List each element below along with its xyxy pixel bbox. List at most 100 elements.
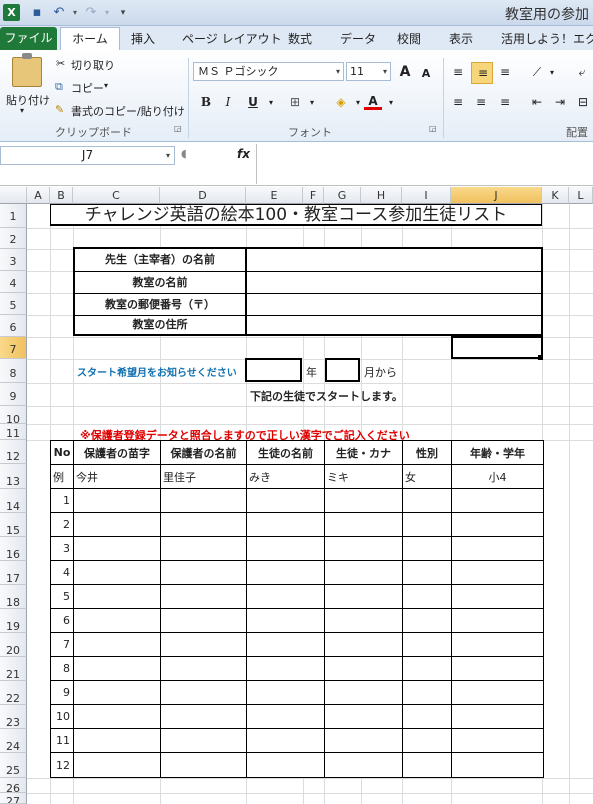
- column-header[interactable]: F: [303, 187, 324, 204]
- row-header[interactable]: 11: [0, 424, 27, 440]
- row-header[interactable]: 27: [0, 793, 27, 804]
- row-number[interactable]: 9: [50, 680, 74, 705]
- table-cell[interactable]: [160, 512, 247, 537]
- copy-button[interactable]: コピー: [71, 80, 104, 96]
- font-dialog-launcher-icon[interactable]: ◲: [429, 124, 437, 133]
- table-cell[interactable]: [246, 656, 325, 681]
- table-cell[interactable]: [160, 656, 247, 681]
- table-cell[interactable]: [451, 512, 544, 537]
- tab-formulas[interactable]: 数式: [288, 30, 312, 47]
- example-student-kana[interactable]: ミキ: [324, 464, 403, 489]
- wrap-text-icon[interactable]: ⤶: [573, 63, 591, 81]
- font-color-button[interactable]: A: [364, 92, 382, 110]
- table-cell[interactable]: [402, 488, 452, 513]
- header-guardian-surname[interactable]: 保護者の苗字: [73, 440, 161, 465]
- insert-function-icon[interactable]: fx: [237, 147, 250, 161]
- font-name-select[interactable]: ＭＳ Ｐゴシック ▾: [193, 62, 344, 81]
- table-cell[interactable]: [451, 488, 544, 513]
- underline-dropdown-icon[interactable]: ▾: [262, 94, 280, 112]
- row-number[interactable]: 1: [50, 488, 74, 513]
- table-cell[interactable]: [246, 560, 325, 585]
- table-cell[interactable]: [324, 512, 403, 537]
- row-header[interactable]: 18: [0, 585, 27, 609]
- table-cell[interactable]: [160, 728, 247, 753]
- table-cell[interactable]: [160, 680, 247, 705]
- table-cell[interactable]: [246, 608, 325, 633]
- cut-icon[interactable]: ✂: [56, 57, 65, 70]
- table-cell[interactable]: [73, 704, 161, 729]
- table-cell[interactable]: [73, 536, 161, 561]
- table-cell[interactable]: [73, 752, 161, 778]
- row-header[interactable]: 9: [0, 383, 27, 406]
- formula-input[interactable]: [256, 144, 593, 184]
- align-top-icon[interactable]: ≡: [449, 63, 467, 81]
- row-number[interactable]: 6: [50, 608, 74, 633]
- header-student-name[interactable]: 生徒の名前: [246, 440, 325, 465]
- table-cell[interactable]: [402, 680, 452, 705]
- column-header[interactable]: L: [569, 187, 593, 204]
- table-cell[interactable]: [73, 680, 161, 705]
- table-cell[interactable]: [451, 632, 544, 657]
- font-size-select[interactable]: 11 ▾: [346, 62, 391, 81]
- table-cell[interactable]: [324, 536, 403, 561]
- table-cell[interactable]: [73, 584, 161, 609]
- row-number[interactable]: 2: [50, 512, 74, 537]
- example-age-grade[interactable]: 小4: [451, 464, 544, 489]
- example-student-name[interactable]: みき: [246, 464, 325, 489]
- table-cell[interactable]: [402, 752, 452, 778]
- row-number[interactable]: 10: [50, 704, 74, 729]
- column-header[interactable]: G: [324, 187, 361, 204]
- column-header[interactable]: E: [246, 187, 303, 204]
- classroom-name-label[interactable]: 教室の名前: [75, 272, 247, 294]
- row-number[interactable]: 7: [50, 632, 74, 657]
- table-cell[interactable]: [451, 656, 544, 681]
- tab-review[interactable]: 校閲: [397, 30, 421, 47]
- row-number[interactable]: 3: [50, 536, 74, 561]
- table-cell[interactable]: [160, 704, 247, 729]
- format-painter-button[interactable]: 書式のコピー/貼り付け: [71, 103, 185, 119]
- table-cell[interactable]: [402, 584, 452, 609]
- borders-dropdown-icon[interactable]: ▾: [303, 94, 321, 112]
- italic-button[interactable]: I: [219, 93, 237, 111]
- table-cell[interactable]: [246, 512, 325, 537]
- postal-code-label[interactable]: 教室の郵便番号（〒）: [75, 294, 247, 316]
- excel-icon[interactable]: X: [3, 4, 20, 21]
- table-cell[interactable]: [451, 536, 544, 561]
- bold-button[interactable]: B: [197, 93, 215, 111]
- start-year-field[interactable]: [245, 358, 302, 382]
- customize-toolbar-icon[interactable]: ▾: [114, 4, 132, 22]
- column-header[interactable]: I: [402, 187, 451, 204]
- column-header-selected[interactable]: J: [451, 187, 542, 204]
- copy-dropdown-icon[interactable]: ▾: [104, 81, 108, 90]
- row-header[interactable]: 6: [0, 315, 27, 337]
- row-number[interactable]: 8: [50, 656, 74, 681]
- teacher-name-label[interactable]: 先生（主宰者）の名前: [75, 249, 247, 271]
- paste-button[interactable]: 貼り付け: [6, 92, 50, 108]
- table-cell[interactable]: [160, 560, 247, 585]
- table-cell[interactable]: [451, 584, 544, 609]
- table-cell[interactable]: [451, 608, 544, 633]
- row-header[interactable]: 19: [0, 609, 27, 633]
- row-number[interactable]: 11: [50, 728, 74, 753]
- table-cell[interactable]: [246, 728, 325, 753]
- example-label[interactable]: 例: [50, 464, 74, 489]
- table-cell[interactable]: [73, 512, 161, 537]
- fill-handle[interactable]: [538, 355, 543, 360]
- row-header[interactable]: 22: [0, 681, 27, 705]
- row-header[interactable]: 25: [0, 753, 27, 778]
- align-center-icon[interactable]: ≡: [472, 93, 490, 111]
- fill-color-icon[interactable]: ◈: [332, 93, 350, 111]
- save-icon[interactable]: ▪: [28, 4, 46, 22]
- table-cell[interactable]: [160, 584, 247, 609]
- row-header[interactable]: 8: [0, 359, 27, 383]
- row-number[interactable]: 12: [50, 752, 74, 778]
- row-header[interactable]: 12: [0, 440, 27, 464]
- sheet-title[interactable]: チャレンジ英語の絵本100・教室コース参加生徒リスト: [50, 204, 542, 226]
- row-header[interactable]: 10: [0, 406, 27, 426]
- address-label[interactable]: 教室の住所: [75, 316, 247, 334]
- table-cell[interactable]: [324, 608, 403, 633]
- table-cell[interactable]: [246, 752, 325, 778]
- table-cell[interactable]: [73, 560, 161, 585]
- header-age-grade[interactable]: 年齢・学年: [451, 440, 544, 465]
- align-right-icon[interactable]: ≡: [496, 93, 514, 111]
